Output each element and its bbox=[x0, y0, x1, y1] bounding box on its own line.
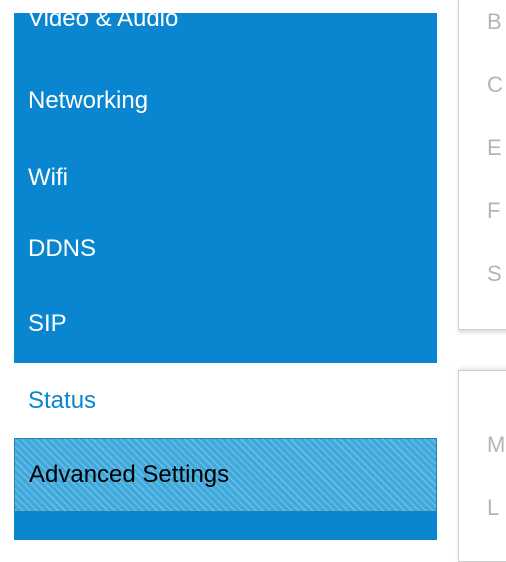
settings-panel-top: B C E F S bbox=[458, 0, 506, 330]
panel-field-label: C bbox=[487, 72, 503, 97]
sidebar-item-networking[interactable]: Networking bbox=[14, 70, 437, 132]
sidebar-item-label: Wifi bbox=[28, 164, 68, 191]
sidebar-nav: Video & Audio Networking Wifi DDNS SIP S… bbox=[14, 5, 437, 540]
panel-field-label: E bbox=[487, 135, 502, 160]
settings-panel-bottom: M L bbox=[458, 370, 506, 562]
sidebar-item-video-audio[interactable]: Video & Audio bbox=[14, 0, 437, 50]
panel-field-label: S bbox=[487, 261, 502, 286]
sidebar-item-label: Advanced Settings bbox=[29, 461, 230, 488]
sidebar-item-ddns[interactable]: DDNS bbox=[14, 218, 437, 280]
sidebar-item-wifi[interactable]: Wifi bbox=[14, 147, 437, 209]
sidebar-item-label: DDNS bbox=[28, 235, 97, 262]
sidebar-item-label: SIP bbox=[28, 310, 67, 337]
sidebar-item-label: Networking bbox=[28, 87, 149, 114]
sidebar-item-label: Video & Audio bbox=[28, 5, 179, 32]
panel-field-label: M bbox=[487, 432, 506, 457]
sidebar-item-sip[interactable]: SIP bbox=[14, 293, 437, 355]
panel-field-label: L bbox=[487, 495, 500, 520]
panel-field-label: B bbox=[487, 9, 502, 34]
sidebar-item-status[interactable]: Status bbox=[14, 363, 437, 438]
panel-field-label: F bbox=[487, 198, 501, 223]
sidebar-item-label: Status bbox=[28, 386, 97, 414]
sidebar-item-advanced-settings[interactable]: Advanced Settings bbox=[14, 438, 437, 512]
